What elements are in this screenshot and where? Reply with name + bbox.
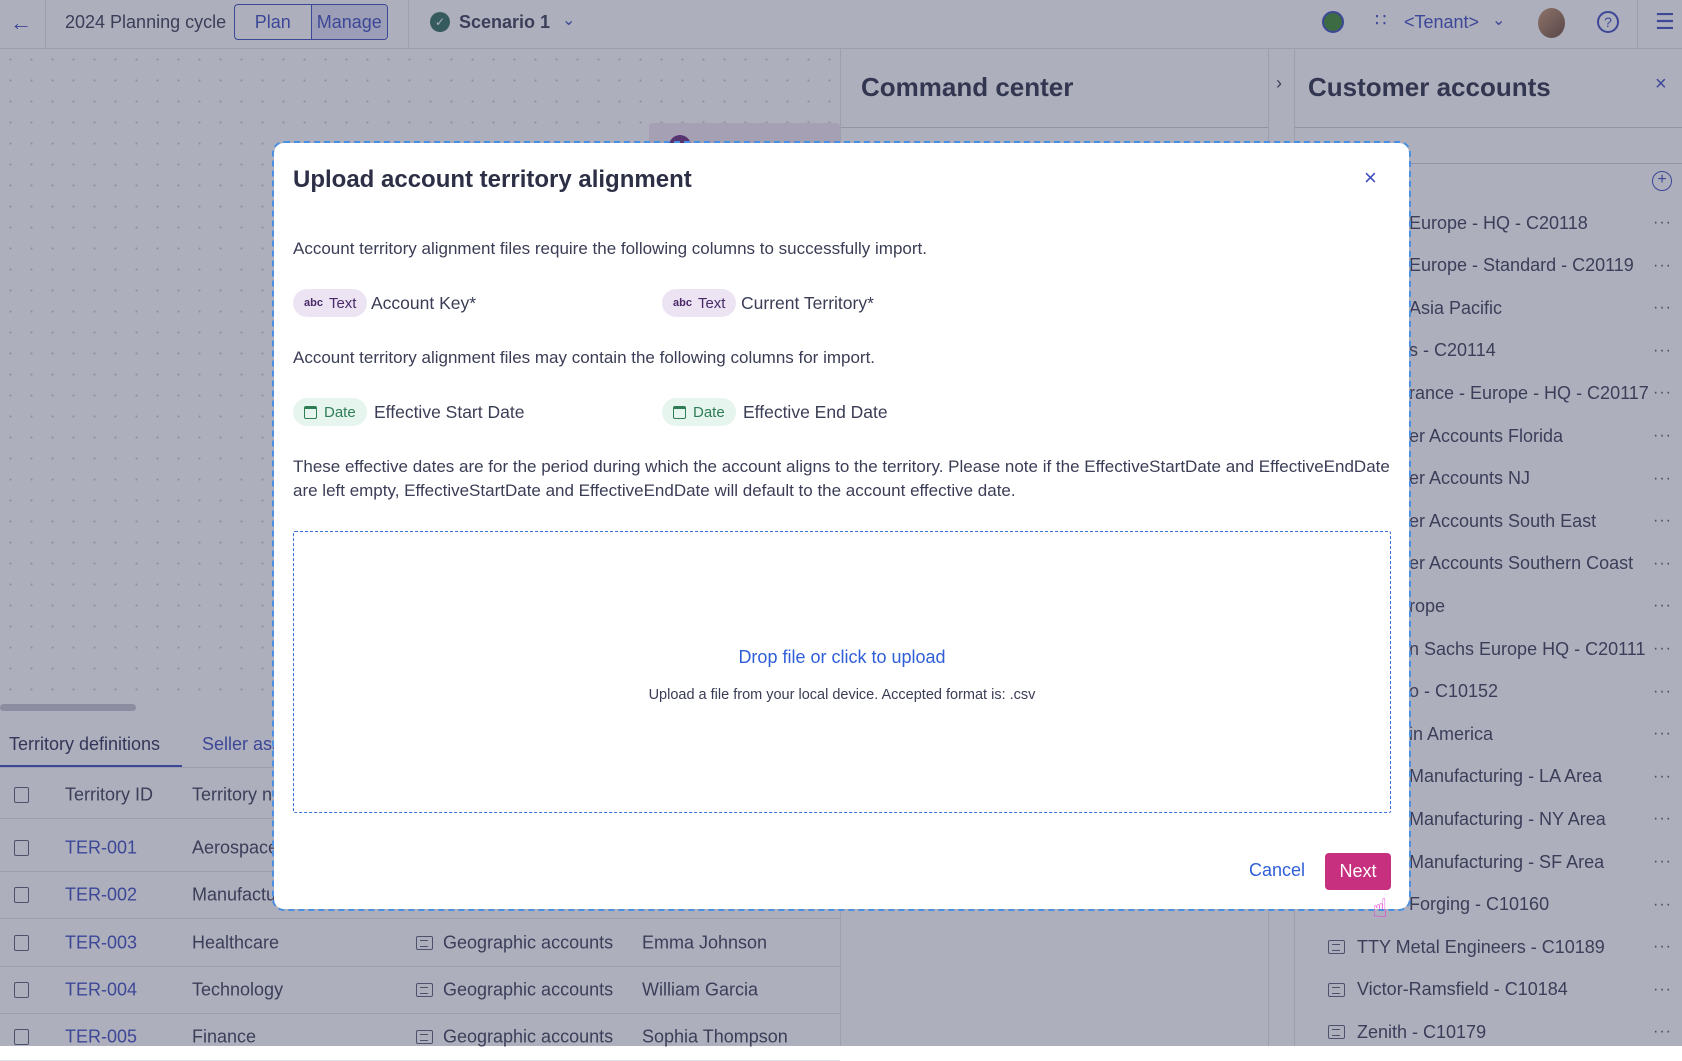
close-icon[interactable]: × <box>1364 165 1377 191</box>
column-name: Current Territory* <box>741 293 874 313</box>
pointer-cursor-icon: ☝ <box>1372 893 1388 923</box>
dialog-title: Upload account territory alignment <box>293 166 692 193</box>
cancel-button[interactable]: Cancel <box>1249 860 1305 881</box>
date-type-chip: Date <box>293 398 367 426</box>
column-name: Effective Start Date <box>374 402 525 422</box>
abc-icon: abc <box>304 297 323 309</box>
text-type-chip: abc Text <box>293 289 368 317</box>
optional-intro: Account territory alignment files may co… <box>293 348 876 367</box>
next-button[interactable]: Next <box>1325 853 1391 890</box>
calendar-icon <box>673 405 686 419</box>
effective-dates-note: These effective dates are for the period… <box>293 457 1390 500</box>
drop-file-link[interactable]: Drop file or click to upload <box>294 647 1390 668</box>
column-name: Effective End Date <box>743 402 888 422</box>
upload-dialog: Upload account territory alignment × Acc… <box>272 141 1411 911</box>
abc-icon: abc <box>673 297 692 309</box>
text-type-chip: abc Text <box>662 289 737 317</box>
date-type-chip: Date <box>662 398 736 426</box>
calendar-icon <box>304 405 317 419</box>
accepted-format-hint: Upload a file from your local device. Ac… <box>648 687 1036 703</box>
required-intro: Account territory alignment files requir… <box>293 239 927 258</box>
file-dropzone[interactable]: Drop file or click to upload Upload a fi… <box>293 531 1391 813</box>
column-name: Account Key* <box>371 293 477 313</box>
